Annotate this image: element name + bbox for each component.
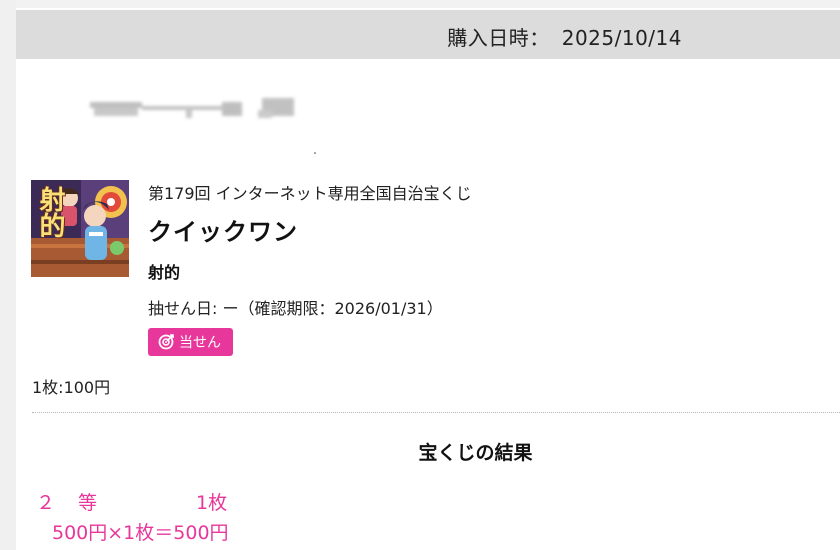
dot-mark xyxy=(314,152,316,154)
section-divider xyxy=(32,412,840,413)
ticket-price: 1枚:100円 xyxy=(32,378,111,397)
won-status-badge: 当せん xyxy=(148,328,233,356)
ticket-info: 第179回 インターネット専用全国自治宝くじ クイックワン 射的 抽せん日: ー… xyxy=(148,180,708,356)
prize-rank: ２ 等 xyxy=(36,492,100,514)
purchase-date-label: 購入日時： xyxy=(447,26,550,50)
top-strip xyxy=(16,0,840,8)
lottery-round-title: 第179回 インターネット専用全国自治宝くじ xyxy=(148,184,472,203)
product-name: クイックワン xyxy=(148,218,298,246)
won-status-label: 当せん xyxy=(179,335,221,351)
purchase-date-value: 2025/10/14 xyxy=(561,26,682,50)
target-icon xyxy=(158,334,174,350)
purchase-detail-page: 購入日時： 2025/10/14 射的 第179回 インターネット専用全国自治宝… xyxy=(16,0,840,550)
purchase-datetime: 購入日時： 2025/10/14 xyxy=(447,22,682,51)
ticket-thumbnail: 射的 xyxy=(31,180,129,277)
blurred-logo xyxy=(90,98,294,118)
purchase-header: 購入日時： 2025/10/14 xyxy=(16,10,840,59)
ticket-thumbnail-title: 射的 xyxy=(35,186,65,238)
game-subtype: 射的 xyxy=(148,263,181,282)
prize-ticket-count: 1枚 xyxy=(196,492,228,514)
prize-calculation: 500円×1枚＝500円 xyxy=(52,522,229,544)
draw-date-info: 抽せん日: ー（確認期限：2026/01/31） xyxy=(148,299,443,318)
results-heading: 宝くじの結果 xyxy=(418,442,533,464)
